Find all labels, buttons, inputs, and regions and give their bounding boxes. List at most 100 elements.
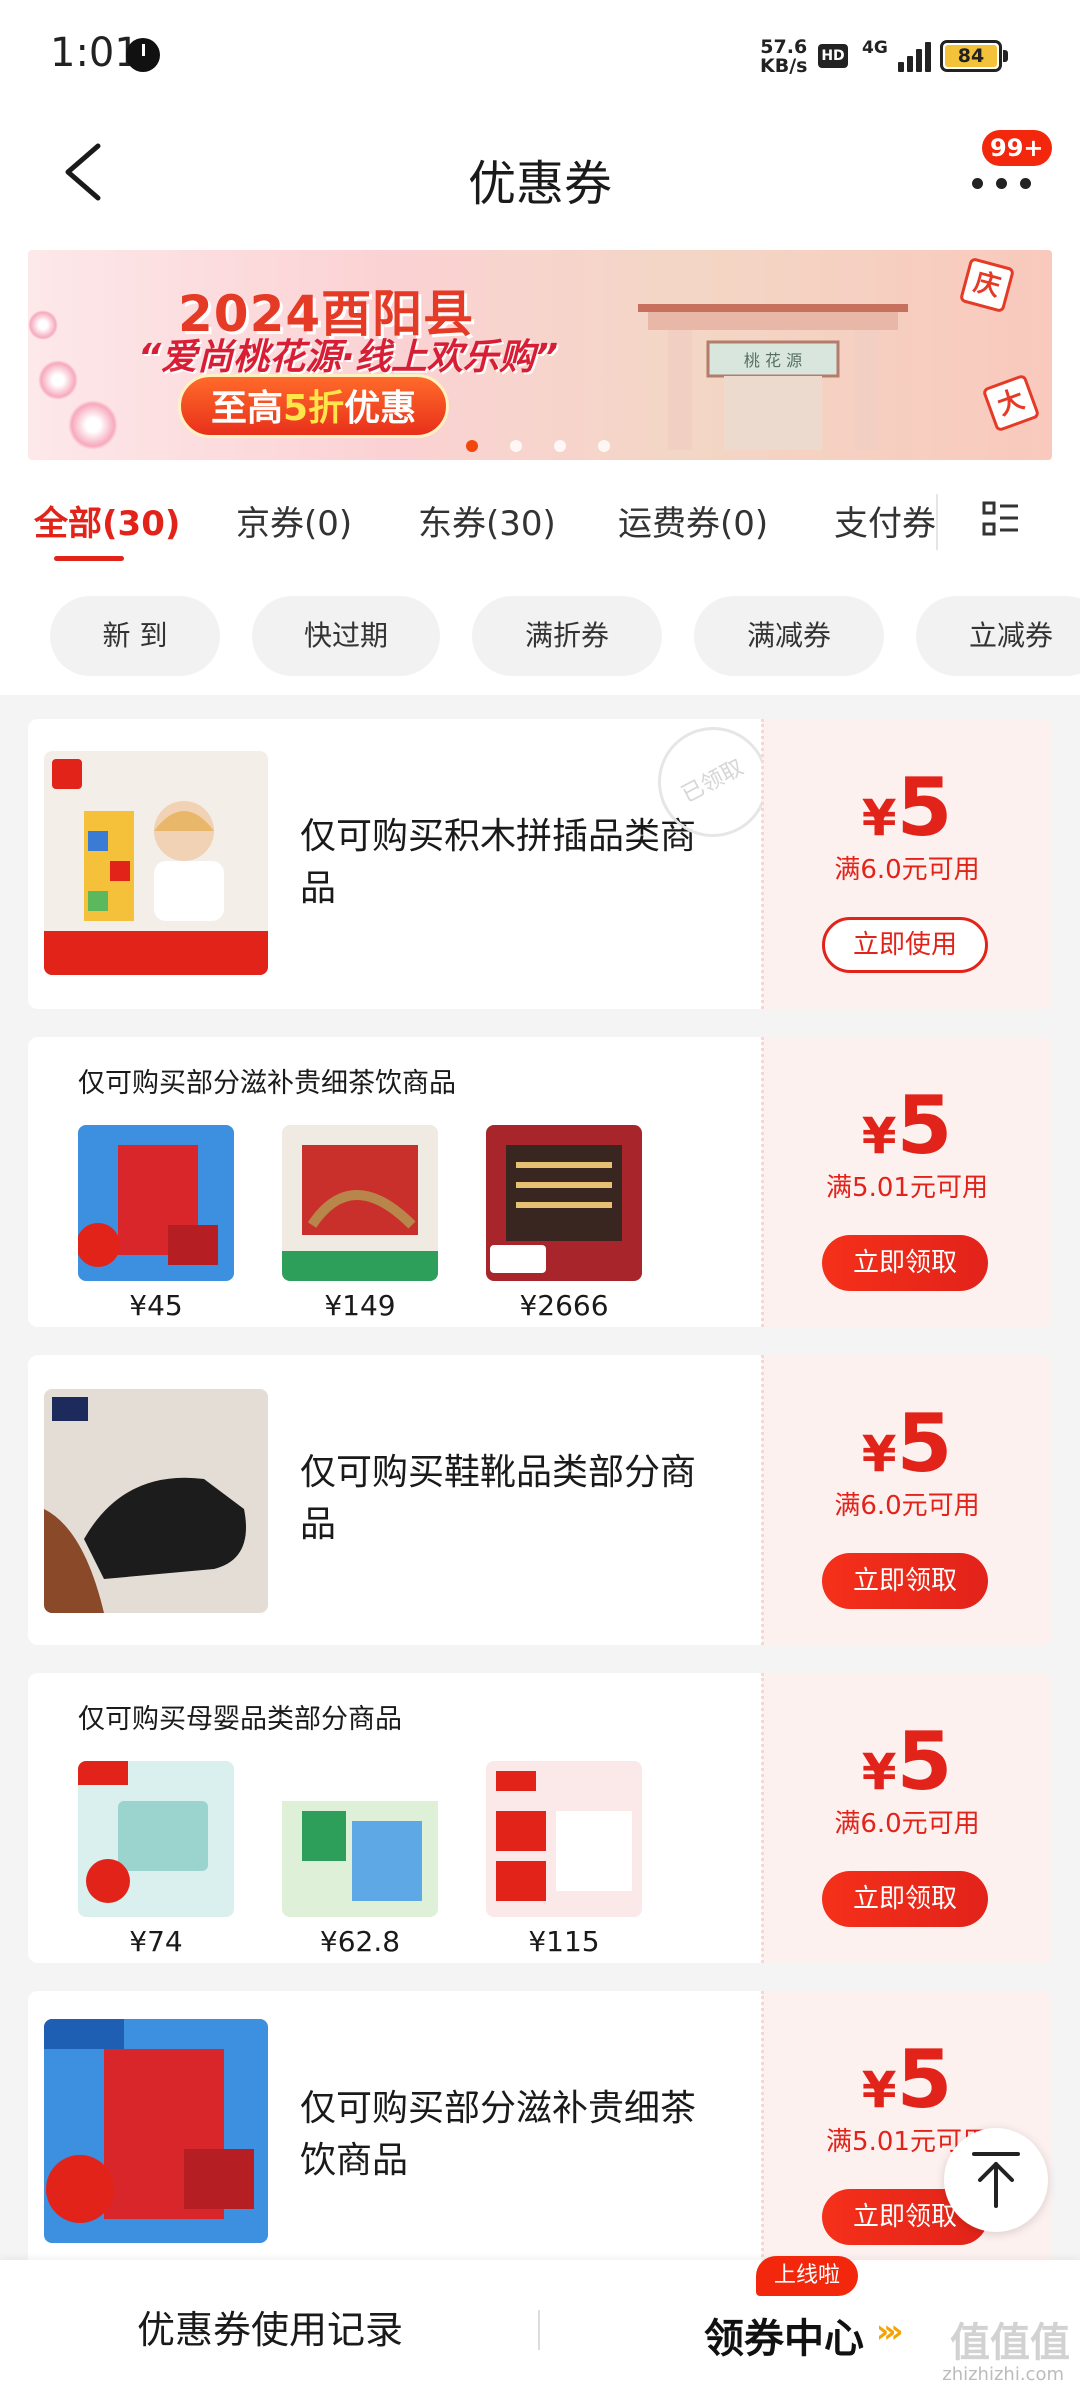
tab-jing[interactable]: 京券(0) xyxy=(236,496,352,545)
coupon-condition: 满5.01元可用 xyxy=(826,1173,988,1203)
nav-bar: 优惠券 99+ xyxy=(0,110,1080,240)
product-thumbnail[interactable] xyxy=(78,1125,234,1281)
coupon-title: 仅可购买鞋靴品类部分商品 xyxy=(300,1452,697,1545)
product-thumbnail[interactable] xyxy=(486,1761,642,1917)
coupon-card: 仅可购买母婴品类部分商品 ¥74 ¥62.8 ¥115 ¥5 满6.0元可用 立… xyxy=(28,1673,1052,1963)
coupon-center-button[interactable]: 上线啦 领券中心 ››› 值值值 zhizhizhi.com xyxy=(540,2256,1080,2400)
coupon-value-panel: ¥5 满6.0元可用 立即使用 xyxy=(761,719,1052,1009)
product-price: ¥62.8 xyxy=(319,1925,401,1958)
banner-section: 桃 花 源 庆 大 2024酉阳县 “爱尚桃花源·线上欢乐购” 至高5折优惠 xyxy=(0,240,1080,470)
currency-symbol: ¥ xyxy=(861,1107,897,1165)
flag-decoration: 庆 xyxy=(958,256,1016,314)
product-price: ¥45 xyxy=(129,1289,183,1322)
coupon-title: 仅可购买母婴品类部分商品 xyxy=(78,1704,402,1735)
tab-menu-button[interactable] xyxy=(936,470,1080,570)
claim-now-button[interactable]: 立即领取 xyxy=(822,1871,988,1927)
arrow-up-icon xyxy=(972,2152,1020,2208)
product-thumbnail[interactable] xyxy=(282,1761,438,1917)
flower-decoration xyxy=(68,400,118,450)
amount-value: 5 xyxy=(896,2033,953,2126)
hd-icon: HD xyxy=(818,44,848,68)
product-thumbnail[interactable] xyxy=(486,1125,642,1281)
product-price: ¥2666 xyxy=(519,1289,609,1322)
more-button[interactable]: 99+ xyxy=(966,130,1052,220)
coupon-title: 仅可购买部分滋补贵细茶饮商品 xyxy=(78,1068,456,1099)
use-now-button[interactable]: 立即使用 xyxy=(822,917,988,973)
product-price: ¥115 xyxy=(528,1925,600,1958)
coupon-value-panel: ¥5 满6.0元可用 立即领取 xyxy=(761,1673,1052,1963)
coupon-amount: ¥5 xyxy=(762,2033,1052,2126)
banner-subtitle: “爱尚桃花源·线上欢乐购” xyxy=(138,337,559,378)
coupon-amount: ¥5 xyxy=(762,761,1052,854)
product-thumbnail[interactable] xyxy=(44,751,268,975)
amount-value: 5 xyxy=(896,761,953,854)
coupon-list: 仅可购买积木拼插品类商品 已领取 ¥5 满6.0元可用 立即使用 仅可购买部分滋… xyxy=(0,695,1080,2260)
product-thumbnail[interactable] xyxy=(282,1125,438,1281)
network-speed-unit: KB/s xyxy=(760,55,808,77)
banner-discount-prefix: 至高 xyxy=(211,388,284,429)
currency-symbol: ¥ xyxy=(861,1425,897,1483)
list-grid-icon xyxy=(982,501,1018,536)
product-thumbnail[interactable] xyxy=(78,1761,234,1917)
active-tab-indicator xyxy=(54,556,124,561)
banner-discount: 至高5折优惠 xyxy=(178,374,450,438)
coupon-center-label: 领券中心 xyxy=(704,2316,864,2362)
battery-level: 84 xyxy=(945,45,997,67)
coupon-card: 仅可购买积木拼插品类商品 已领取 ¥5 满6.0元可用 立即使用 xyxy=(28,719,1052,1009)
coupon-condition: 满6.0元可用 xyxy=(834,855,980,885)
coupon-card: 仅可购买部分滋补贵细茶饮商品 ¥5 满5.01元可用 立即领取 xyxy=(28,1991,1052,2260)
watermark-url: zhizhizhi.com xyxy=(942,2364,1064,2385)
chip-new[interactable]: 新 到 xyxy=(50,596,220,676)
battery-icon: 84 xyxy=(940,40,1008,72)
coupon-card: 仅可购买鞋靴品类部分商品 ¥5 满6.0元可用 立即领取 xyxy=(28,1355,1052,1645)
product-thumbnail[interactable] xyxy=(44,2019,268,2243)
flower-decoration xyxy=(38,360,78,400)
chip-full-reduction[interactable]: 满减券 xyxy=(694,596,884,676)
coupon-amount: ¥5 xyxy=(762,1397,1052,1490)
product-price: ¥74 xyxy=(129,1925,183,1958)
claim-now-button[interactable]: 立即领取 xyxy=(822,1235,988,1291)
currency-symbol: ¥ xyxy=(861,2061,897,2119)
coupon-title: 仅可购买部分滋补贵细茶饮商品 xyxy=(300,2088,697,2181)
coupon-title: 仅可购买积木拼插品类商品 xyxy=(300,816,697,909)
chip-discount[interactable]: 满折券 xyxy=(472,596,662,676)
gate-sign: 桃 花 源 xyxy=(744,351,802,370)
amount-value: 5 xyxy=(896,1397,953,1490)
banner-discount-value: 5折 xyxy=(283,388,345,429)
gate-illustration: 桃 花 源 xyxy=(638,304,908,450)
tab-shipping[interactable]: 运费券(0) xyxy=(618,496,768,545)
coupon-condition: 满6.0元可用 xyxy=(834,1491,980,1521)
chip-expiring[interactable]: 快过期 xyxy=(252,596,440,676)
carousel-indicator xyxy=(466,440,626,454)
currency-symbol: ¥ xyxy=(861,789,897,847)
coupon-card: 仅可购买部分滋补贵细茶饮商品 ¥45 ¥149 ¥2666 ¥5 满5.01元可… xyxy=(28,1037,1052,1327)
coupon-value-panel: ¥5 满5.01元可用 立即领取 xyxy=(761,1037,1052,1327)
coupon-value-panel: ¥5 满6.0元可用 立即领取 xyxy=(761,1355,1052,1645)
flag-decoration: 大 xyxy=(981,373,1041,433)
chevrons-right-icon: ››› xyxy=(876,2312,903,2350)
coupon-amount: ¥5 xyxy=(762,1715,1052,1808)
product-thumbnail[interactable] xyxy=(44,1389,268,1613)
filter-chips: 新 到 快过期 满折券 满减券 立减券 xyxy=(0,570,1080,695)
clock-icon xyxy=(126,38,160,72)
coupon-amount: ¥5 xyxy=(762,1079,1052,1172)
chip-instant-reduction[interactable]: 立减券 xyxy=(916,596,1080,676)
network-speed: 57.6 KB/s xyxy=(760,38,807,76)
banner-discount-suffix: 优惠 xyxy=(344,388,417,429)
tab-dong[interactable]: 东券(30) xyxy=(418,496,556,545)
tab-all[interactable]: 全部(30) xyxy=(34,496,180,545)
message-badge: 99+ xyxy=(982,130,1052,166)
amount-value: 5 xyxy=(896,1715,953,1808)
new-badge: 上线啦 xyxy=(756,2256,859,2296)
currency-symbol: ¥ xyxy=(861,1743,897,1801)
coupon-condition: 满6.0元可用 xyxy=(834,1809,980,1839)
claim-now-button[interactable]: 立即领取 xyxy=(822,1553,988,1609)
page-title: 优惠券 xyxy=(467,156,612,212)
status-bar: 1:01 57.6 KB/s HD 4G 84 xyxy=(0,0,1080,110)
scroll-to-top-button[interactable] xyxy=(944,2128,1048,2232)
amount-value: 5 xyxy=(896,1079,953,1172)
promo-banner[interactable]: 桃 花 源 庆 大 2024酉阳县 “爱尚桃花源·线上欢乐购” 至高5折优惠 xyxy=(28,250,1052,460)
usage-history-button[interactable]: 优惠券使用记录 xyxy=(0,2260,540,2400)
bottom-bar: 优惠券使用记录 上线啦 领券中心 ››› 值值值 zhizhizhi.com xyxy=(0,2256,1080,2400)
tab-payment[interactable]: 支付券 xyxy=(834,496,936,545)
